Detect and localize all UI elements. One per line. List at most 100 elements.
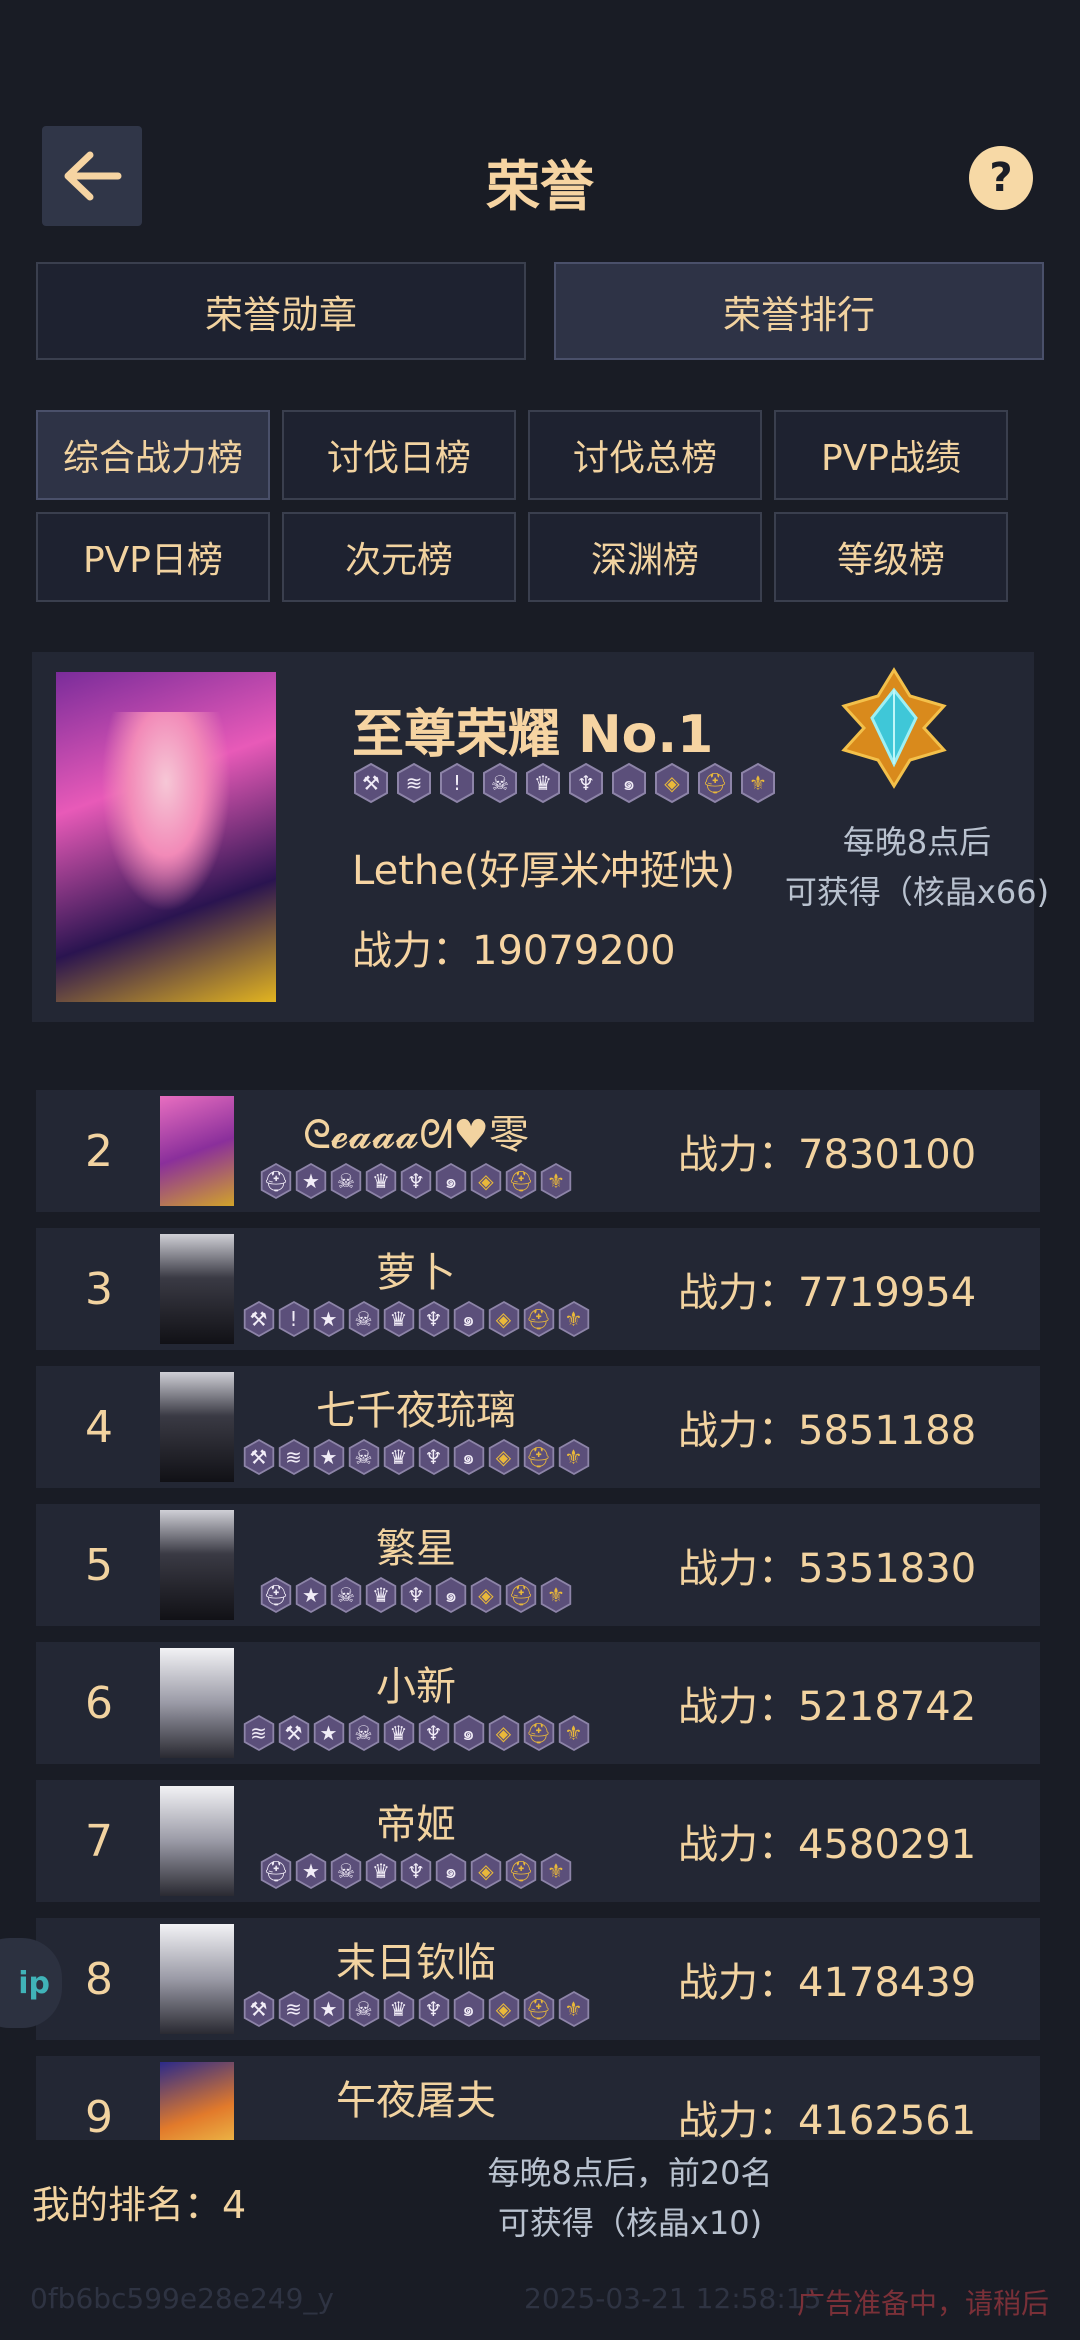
player-badges: ⚒ ! ★ ☠ ♛ ♆ ๑ ◈ ⛑ ⚜ (236, 1300, 596, 1338)
ranking-reward-info: 每晚8点后，前20名 可获得（核晶x10) (420, 2148, 840, 2248)
top-player-card[interactable]: 至尊荣耀 No.1 ⚒ ≋ ! ☠ ♛ ♆ ๑ ◈ ⛑ ⚜ Lethe(好厚米冲… (32, 652, 1049, 1022)
player-power: 战力：7830100 (678, 1132, 977, 1178)
rank-number: 7 (85, 1815, 113, 1867)
timestamp: 2025-03-21 12:58:15 (524, 2282, 822, 2315)
top-player-power: 战力：19079200 (352, 928, 676, 974)
diamond-badge-icon: ◈ (487, 1714, 521, 1752)
fleur-badge-icon: ⚜ (739, 762, 777, 804)
star-badge-icon: ★ (294, 1162, 328, 1200)
main-tabs: 荣誉勋章 荣誉排行 (36, 262, 1044, 362)
fleur-badge-icon: ⚜ (557, 1714, 591, 1752)
spiral-badge-icon: ๑ (452, 1990, 486, 2028)
spiral-badge-icon: ๑ (610, 762, 648, 804)
wings-badge-icon: ♆ (567, 762, 605, 804)
tab-honor-medal[interactable]: 荣誉勋章 (36, 262, 526, 360)
wings-badge-icon: ♆ (399, 1852, 433, 1890)
player-name: 萝卜 (376, 1250, 456, 1296)
player-power: 战力：4162561 (678, 2098, 977, 2140)
tab-combat-power[interactable]: 综合战力榜 (36, 410, 270, 500)
tab-crusade-daily[interactable]: 讨伐日榜 (282, 410, 516, 500)
player-power: 战力：4580291 (678, 1822, 977, 1868)
player-badges: ⚒ ≋ ★ ☠ ♛ ♆ ๑ ◈ ⛑ ⚜ (236, 1438, 596, 1476)
top-reward-line2: 可获得（核晶x66) (784, 873, 1050, 911)
diamond-badge-icon: ◈ (487, 1438, 521, 1476)
skull-badge-icon: ☠ (347, 1714, 381, 1752)
helmet-badge-icon: ⛑ (259, 1852, 293, 1890)
list-item[interactable]: 7 帝姬 ⛑ ★ ☠ ♛ ♆ ๑ ◈ ⛑ ⚜ 战力：4580291 (36, 1780, 1040, 1902)
spiral-badge-icon: ๑ (434, 1162, 468, 1200)
spiral-badge-icon: ๑ (452, 1714, 486, 1752)
player-badges: ≋ ⚒ ★ ☠ ♛ ♆ ๑ ◈ ⛑ ⚜ (236, 1714, 596, 1752)
ranking-reward-line1: 每晚8点后，前20名 (487, 2154, 773, 2192)
player-name: 帝姬 (376, 1802, 456, 1848)
tab-honor-ranking[interactable]: 荣誉排行 (554, 262, 1044, 360)
fleur-badge-icon: ⚜ (557, 1300, 591, 1338)
list-item[interactable]: 9 午夜屠夫 战力：4162561 (36, 2056, 1040, 2140)
star-badge-icon: ★ (312, 1300, 346, 1338)
rank-badge-icon: ≋ (277, 1438, 311, 1476)
star-badge-icon: ★ (312, 1438, 346, 1476)
player-name: 七千夜琉璃 (316, 1388, 516, 1434)
skull-badge-icon: ☠ (347, 1438, 381, 1476)
my-rank: 我的排名：4 (32, 2183, 247, 2227)
list-item[interactable]: 3 萝卜 ⚒ ! ★ ☠ ♛ ♆ ๑ ◈ ⛑ ⚜ 战力：7719954 (36, 1228, 1040, 1350)
crown-badge-icon: ♛ (364, 1162, 398, 1200)
rank-number: 3 (85, 1263, 113, 1315)
fleur-badge-icon: ⚜ (539, 1576, 573, 1614)
player-badges: ⛑ ★ ☠ ♛ ♆ ๑ ◈ ⛑ ⚜ (236, 1162, 596, 1200)
wings-badge-icon: ♆ (417, 1714, 451, 1752)
player-name: 繁星 (376, 1526, 456, 1572)
top-player-portrait (56, 672, 276, 1002)
star-badge-icon: ★ (312, 1990, 346, 2028)
player-power: 战力：5218742 (678, 1684, 977, 1730)
tab-level[interactable]: 等级榜 (774, 512, 1008, 602)
tab-pvp-daily[interactable]: PVP日榜 (36, 512, 270, 602)
help-button[interactable]: ? (969, 146, 1033, 210)
helmet-gold-badge-icon: ⛑ (504, 1576, 538, 1614)
avatar (160, 2062, 234, 2140)
skull-badge-icon: ☠ (347, 1990, 381, 2028)
wings-badge-icon: ♆ (399, 1162, 433, 1200)
wings-badge-icon: ♆ (417, 1438, 451, 1476)
tab-abyss[interactable]: 深渊榜 (528, 512, 762, 602)
crown-badge-icon: ♛ (524, 762, 562, 804)
fleur-badge-icon: ⚜ (557, 1990, 591, 2028)
tab-crusade-total[interactable]: 讨伐总榜 (528, 410, 762, 500)
wings-badge-icon: ♆ (417, 1990, 451, 2028)
tab-pvp-record[interactable]: PVP战绩 (774, 410, 1008, 500)
helmet-gold-badge-icon: ⛑ (522, 1300, 556, 1338)
helmet-gold-badge-icon: ⛑ (504, 1852, 538, 1890)
list-item[interactable]: 8 末日钦临 ⚒ ≋ ★ ☠ ♛ ♆ ๑ ◈ ⛑ ⚜ 战力：4178439 (36, 1918, 1040, 2040)
crown-badge-icon: ♛ (382, 1300, 416, 1338)
diamond-badge-icon: ◈ (469, 1576, 503, 1614)
star-badge-icon: ★ (312, 1714, 346, 1752)
top-bar: 荣誉 ? (0, 120, 1080, 230)
player-badges: ⛑ ★ ☠ ♛ ♆ ๑ ◈ ⛑ ⚜ (236, 1852, 596, 1890)
helmet-gold-badge-icon: ⛑ (522, 1714, 556, 1752)
spiral-badge-icon: ๑ (452, 1438, 486, 1476)
ranking-reward-line2: 可获得（核晶x10) (497, 2204, 763, 2242)
skull-badge-icon: ☠ (347, 1300, 381, 1338)
top-player-title: 至尊荣耀 No.1 (352, 705, 714, 765)
list-item[interactable]: 5 繁星 ⛑ ★ ☠ ♛ ♆ ๑ ◈ ⛑ ⚜ 战力：5351830 (36, 1504, 1040, 1626)
rank-number: 5 (85, 1539, 113, 1591)
fleur-badge-icon: ⚜ (539, 1162, 573, 1200)
player-power: 战力：5351830 (678, 1546, 977, 1592)
star-badge-icon: ★ (294, 1852, 328, 1890)
player-name: 午夜屠夫 (336, 2078, 496, 2124)
crown-badge-icon: ♛ (364, 1852, 398, 1890)
ad-status: 广告准备中，请稍后 (797, 2287, 1050, 2320)
avatar (160, 1510, 234, 1620)
rank-badge-icon: ≋ (395, 762, 433, 804)
list-item[interactable]: 4 七千夜琉璃 ⚒ ≋ ★ ☠ ♛ ♆ ๑ ◈ ⛑ ⚜ 战力：5851188 (36, 1366, 1040, 1488)
page-title: 荣誉 (486, 155, 594, 218)
top-player-badges: ⚒ ≋ ! ☠ ♛ ♆ ๑ ◈ ⛑ ⚜ (352, 762, 777, 804)
ranking-list[interactable]: 2 ᘓ𝓮𝓪𝓪𝓪ᘛ♥零 ⛑ ★ ☠ ♛ ♆ ๑ ◈ ⛑ ⚜ 战力：7830100 … (0, 1090, 1080, 2140)
tab-dimension[interactable]: 次元榜 (282, 512, 516, 602)
list-item[interactable]: 2 ᘓ𝓮𝓪𝓪𝓪ᘛ♥零 ⛑ ★ ☠ ♛ ♆ ๑ ◈ ⛑ ⚜ 战力：7830100 (36, 1090, 1040, 1212)
helmet-badge-icon: ⛑ (696, 762, 734, 804)
helmet-gold-badge-icon: ⛑ (522, 1438, 556, 1476)
rank-number: 6 (85, 1677, 113, 1729)
avatar (160, 1648, 234, 1758)
list-item[interactable]: 6 小新 ≋ ⚒ ★ ☠ ♛ ♆ ๑ ◈ ⛑ ⚜ 战力：5218742 (36, 1642, 1040, 1764)
